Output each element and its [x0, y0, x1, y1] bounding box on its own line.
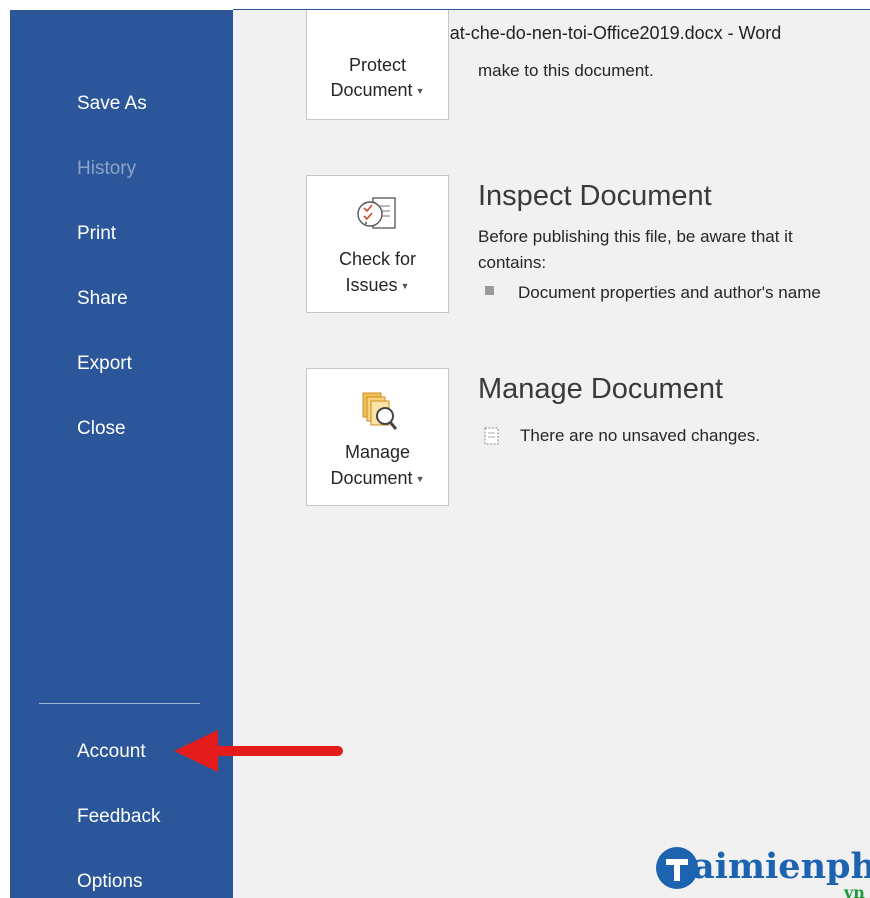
- sidebar-item-close[interactable]: Close: [77, 417, 126, 441]
- protect-label-line1: Protect: [348, 55, 407, 75]
- watermark-suffix: vn: [844, 883, 865, 898]
- sidebar-item-history: History: [77, 158, 137, 179]
- manage-document-heading: Manage Document: [478, 373, 724, 405]
- protect-document-button[interactable]: Protect Document ▼: [306, 10, 449, 120]
- sidebar-item-account[interactable]: Account: [77, 740, 146, 764]
- watermark-text: aimienphi: [692, 846, 870, 887]
- manage-document-button[interactable]: Manage Document ▼: [306, 368, 449, 506]
- inspect-bullet-text: Document properties and author's name: [518, 283, 821, 302]
- protect-label-line2: Document ▼: [330, 80, 425, 100]
- sidebar-item-save-as[interactable]: Save As: [77, 92, 147, 116]
- manage-status-text: There are no unsaved changes.: [520, 426, 761, 445]
- manage-label-line2: Document ▼: [330, 468, 425, 488]
- bullet-icon: [485, 286, 494, 295]
- red-arrow-annotation: [174, 730, 343, 772]
- document-status-icon: [484, 427, 499, 445]
- protect-description: make to this document.: [478, 61, 654, 80]
- check-issues-label-line1: Check for: [338, 249, 417, 269]
- sidebar-item-options[interactable]: Options: [77, 870, 142, 894]
- sidebar-item-export[interactable]: Export: [77, 352, 132, 376]
- manage-label-line1: Manage: [344, 442, 411, 462]
- inspect-description-line2: contains:: [478, 253, 547, 272]
- dropdown-caret-icon: ▼: [400, 281, 410, 292]
- check-issues-icon: [357, 197, 396, 229]
- sidebar-item-share[interactable]: Share: [77, 287, 128, 311]
- sidebar-divider: [39, 703, 200, 704]
- sidebar-item-print[interactable]: Print: [77, 222, 116, 246]
- sidebar-item-feedback[interactable]: Feedback: [77, 805, 160, 829]
- check-issues-label-line2: Issues ▼: [345, 275, 410, 295]
- check-for-issues-button[interactable]: Check for Issues ▼: [306, 175, 449, 313]
- inspect-document-heading: Inspect Document: [478, 180, 712, 212]
- inspect-description-line1: Before publishing this file, be aware th…: [478, 227, 793, 246]
- dropdown-caret-icon: ▼: [415, 86, 425, 97]
- manage-document-icon: [362, 392, 398, 430]
- dropdown-caret-icon: ▼: [415, 474, 425, 485]
- taimienphi-watermark: aimienphi vn: [656, 842, 870, 898]
